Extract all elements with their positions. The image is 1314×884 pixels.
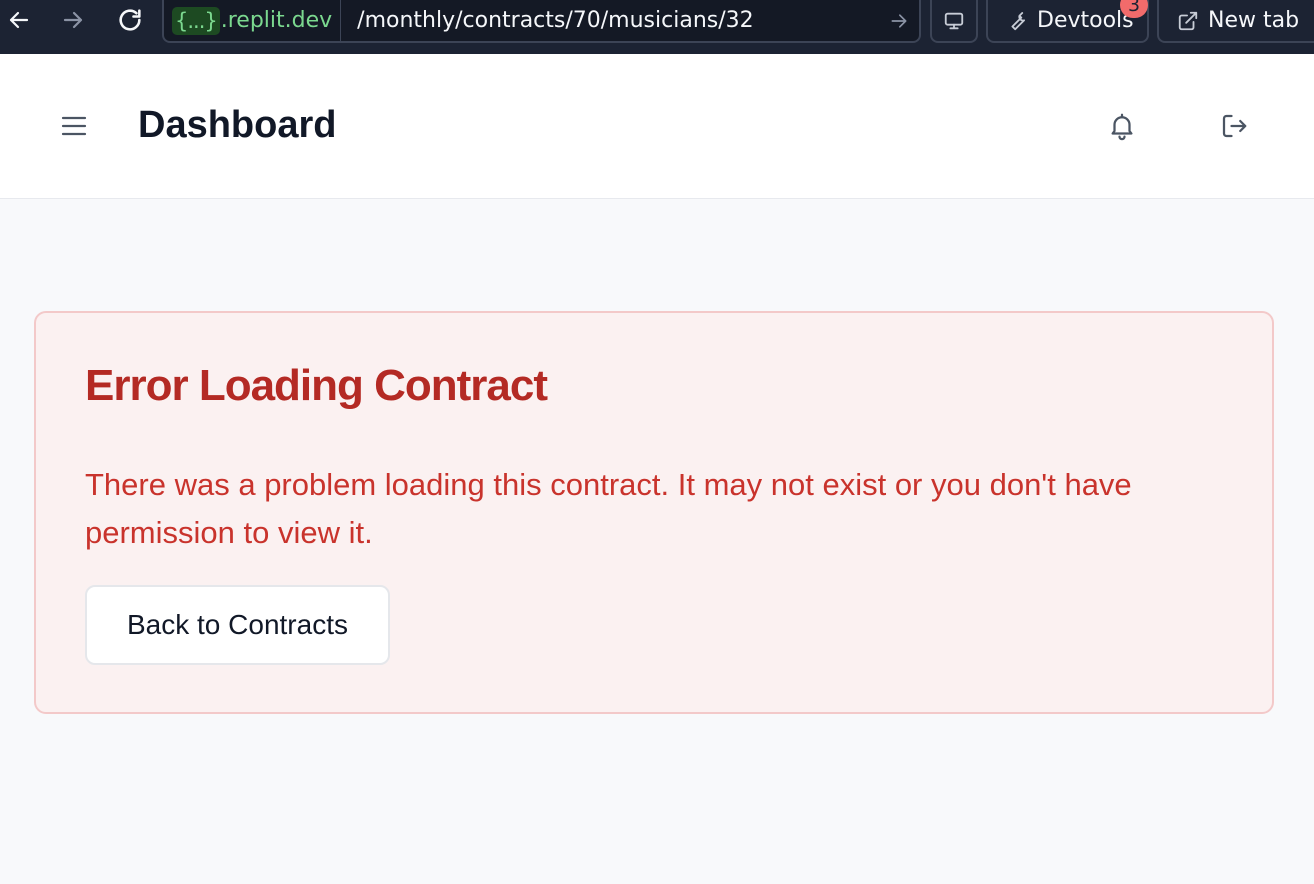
address-bar[interactable]: {...} .replit.dev /monthly/contracts/70/…: [162, 0, 921, 43]
hamburger-menu-icon[interactable]: [54, 108, 94, 144]
error-card: Error Loading Contract There was a probl…: [34, 311, 1274, 714]
url-path-input[interactable]: /monthly/contracts/70/musicians/32: [357, 8, 879, 33]
new-tab-label: New tab: [1208, 8, 1300, 33]
reload-icon[interactable]: [114, 4, 146, 36]
bell-icon[interactable]: [1102, 106, 1142, 146]
back-to-contracts-button[interactable]: Back to Contracts: [85, 585, 390, 665]
logout-icon[interactable]: [1214, 106, 1254, 146]
app-header: Dashboard: [0, 54, 1314, 199]
url-badge: {...}: [172, 6, 220, 35]
external-link-icon: [1177, 10, 1199, 32]
back-arrow-icon[interactable]: [3, 4, 35, 36]
url-domain: {...} .replit.dev: [164, 0, 342, 41]
devtools-label: Devtools: [1037, 8, 1134, 33]
error-title: Error Loading Contract: [85, 361, 548, 410]
wrench-icon: [1006, 10, 1028, 32]
error-message: There was a problem loading this contrac…: [85, 467, 1132, 550]
url-host: .replit.dev: [220, 8, 333, 33]
preview-button[interactable]: [930, 0, 978, 43]
go-arrow-icon[interactable]: [879, 0, 919, 41]
monitor-icon: [943, 10, 965, 32]
page-title: Dashboard: [138, 104, 337, 146]
new-tab-button[interactable]: New tab: [1157, 0, 1314, 43]
forward-arrow-icon[interactable]: [57, 4, 89, 36]
browser-toolbar: {...} .replit.dev /monthly/contracts/70/…: [0, 0, 1314, 54]
